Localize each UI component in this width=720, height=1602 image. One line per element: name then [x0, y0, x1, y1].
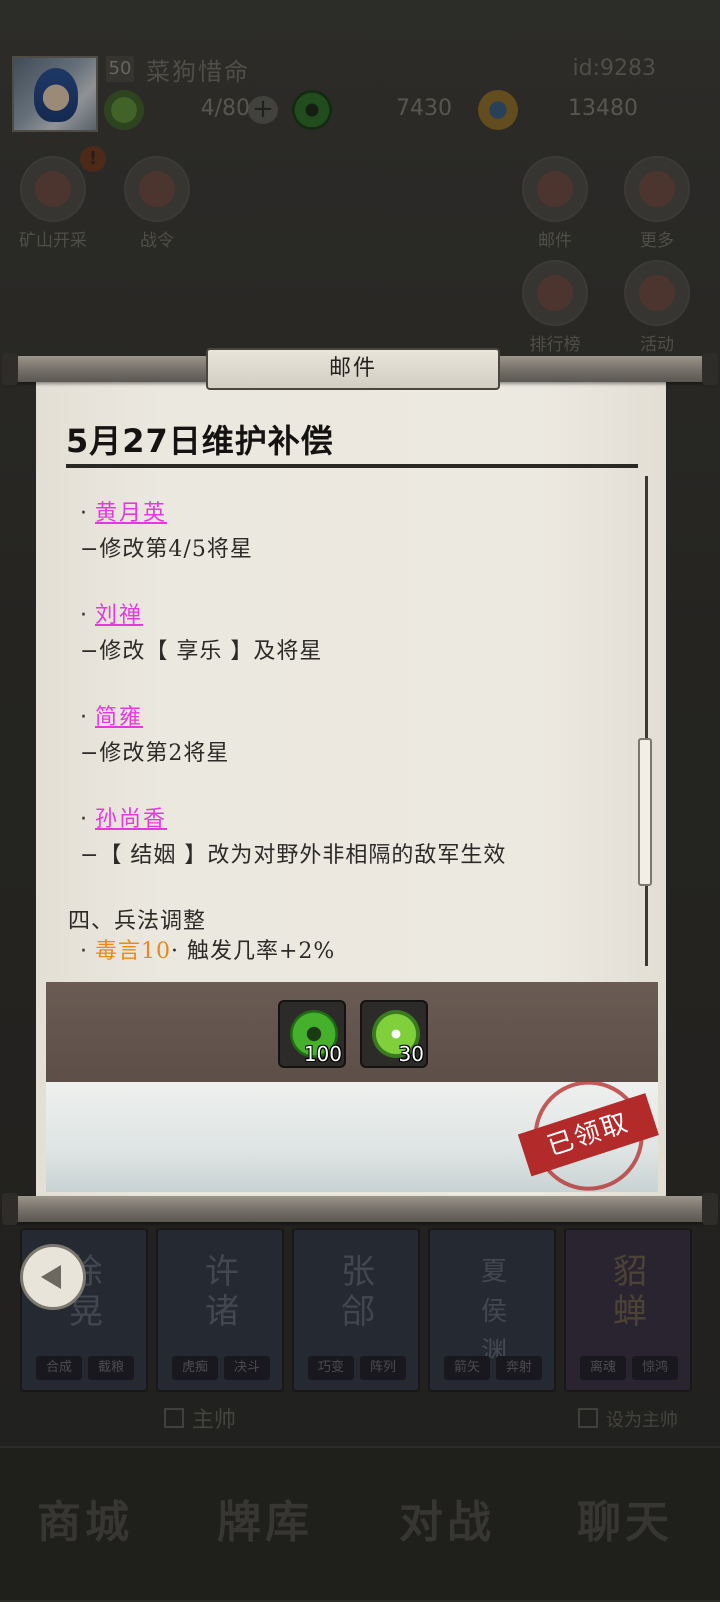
- dialog-title: 邮件: [206, 348, 500, 390]
- general-link[interactable]: 孙尚香: [95, 807, 167, 832]
- change-desc: −修改【 享乐 】及将星: [80, 639, 323, 664]
- section-heading: 四、兵法调整: [68, 909, 207, 934]
- mail-body[interactable]: · 黄月英 −修改第4/5将星 · 刘禅 −修改【 享乐 】及将星 · 简雍 −修改第…: [68, 496, 628, 968]
- bullet: ·: [80, 939, 87, 964]
- reward-slot[interactable]: 30: [360, 1000, 428, 1068]
- bullet: ·: [80, 807, 87, 832]
- mail-title: 5月27日维护补偿: [66, 422, 334, 460]
- change-desc: −修改第4/5将星: [80, 537, 253, 562]
- reward-slot[interactable]: 100: [278, 1000, 346, 1068]
- reward-band: [46, 982, 658, 1082]
- strategy-name: 毒言10: [95, 939, 171, 964]
- bullet: ·: [80, 501, 87, 526]
- reward-count: 100: [303, 1042, 342, 1066]
- bullet: ·: [80, 705, 87, 730]
- change-desc: −修改第2将星: [80, 741, 230, 766]
- general-link[interactable]: 简雍: [95, 705, 143, 730]
- general-link[interactable]: 黄月英: [95, 501, 167, 526]
- title-divider: [66, 464, 638, 468]
- strategy-desc: · 触发几率+2%: [171, 939, 336, 964]
- change-desc: −【 结姻 】改为对野外非相隔的敌军生效: [80, 843, 507, 868]
- reward-count: 30: [398, 1042, 424, 1066]
- scrollbar-thumb[interactable]: [638, 738, 652, 886]
- bullet: ·: [80, 603, 87, 628]
- back-button[interactable]: [20, 1244, 86, 1310]
- scroll-track: [645, 476, 648, 966]
- general-link[interactable]: 刘禅: [95, 603, 143, 628]
- scroll-rod-bottom: [2, 1193, 718, 1225]
